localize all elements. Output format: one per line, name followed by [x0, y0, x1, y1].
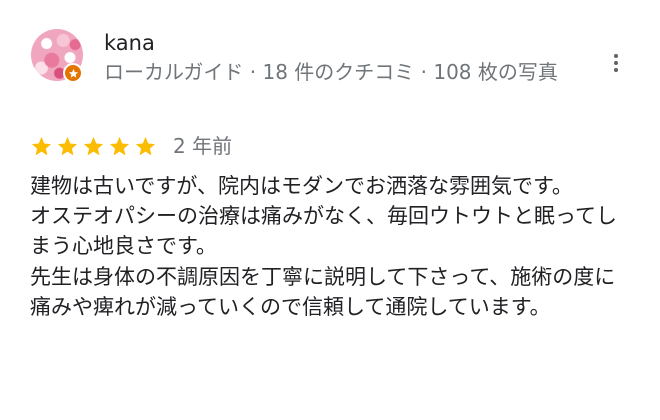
author-name[interactable]: kana: [104, 29, 155, 57]
star-rating: [30, 135, 157, 157]
star-icon: [68, 68, 78, 78]
star-icon: [31, 136, 52, 155]
star-icon: [109, 136, 130, 155]
review-paragraph: 建物は古いですが、院内はモダンでお洒落な雰囲気です。: [30, 174, 573, 198]
review-paragraph: 先生は身体の不調原因を丁寧に説明して下さって、施術の度に痛みや痺れが減っていくの…: [30, 264, 616, 319]
more-vert-icon: [614, 54, 618, 58]
review-paragraph: オステオパシーの治療は痛みがなく、毎回ウトウトと眠ってしまう心地良さです。: [30, 204, 617, 259]
review-text: 建物は古いですが、院内はモダンでお洒落な雰囲気です。 オステオパシーの治療は痛み…: [30, 171, 630, 322]
star-icon: [135, 136, 156, 155]
star-icon: [83, 136, 104, 155]
review-date: 2 年前: [173, 134, 233, 158]
more-vert-icon-dot: [614, 68, 618, 72]
more-vert-icon-dot: [614, 61, 618, 65]
local-guide-badge-icon: [63, 63, 83, 83]
author-meta: ローカルガイド · 18 件のクチコミ · 108 枚の写真: [104, 60, 558, 84]
review-card: kana ローカルガイド · 18 件のクチコミ · 108 枚の写真 2 年前…: [0, 0, 660, 420]
star-icon: [57, 136, 78, 155]
more-options-button[interactable]: [606, 50, 626, 76]
